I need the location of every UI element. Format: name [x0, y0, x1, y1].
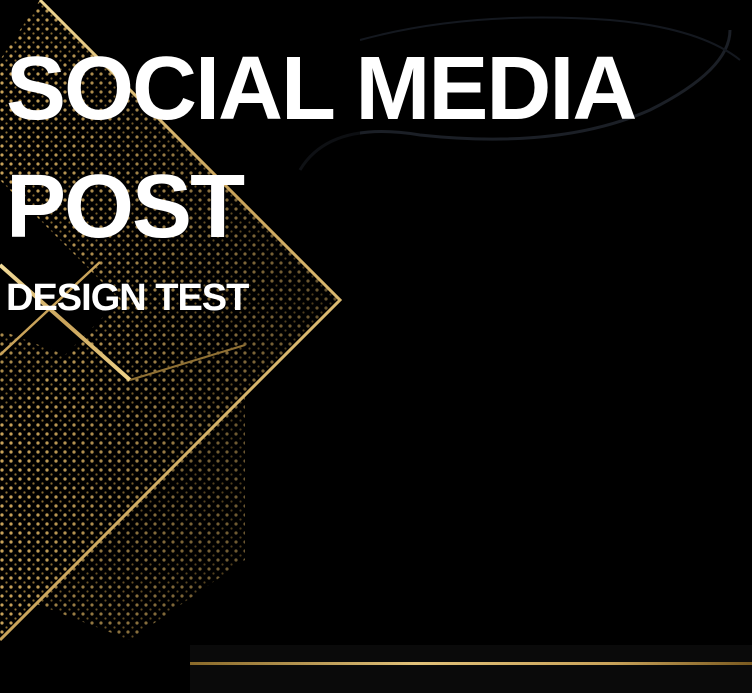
- bottom-bar: [190, 645, 752, 693]
- subheading: DESIGN TEST: [6, 277, 249, 319]
- poster-canvas: SOCIAL MEDIA POST DESIGN TEST: [0, 0, 752, 693]
- gold-divider-line: [190, 662, 752, 665]
- headline-line-2: POST: [6, 157, 245, 257]
- headline-line-1: SOCIAL MEDIA: [6, 39, 637, 139]
- headline: SOCIAL MEDIA POST: [6, 30, 637, 266]
